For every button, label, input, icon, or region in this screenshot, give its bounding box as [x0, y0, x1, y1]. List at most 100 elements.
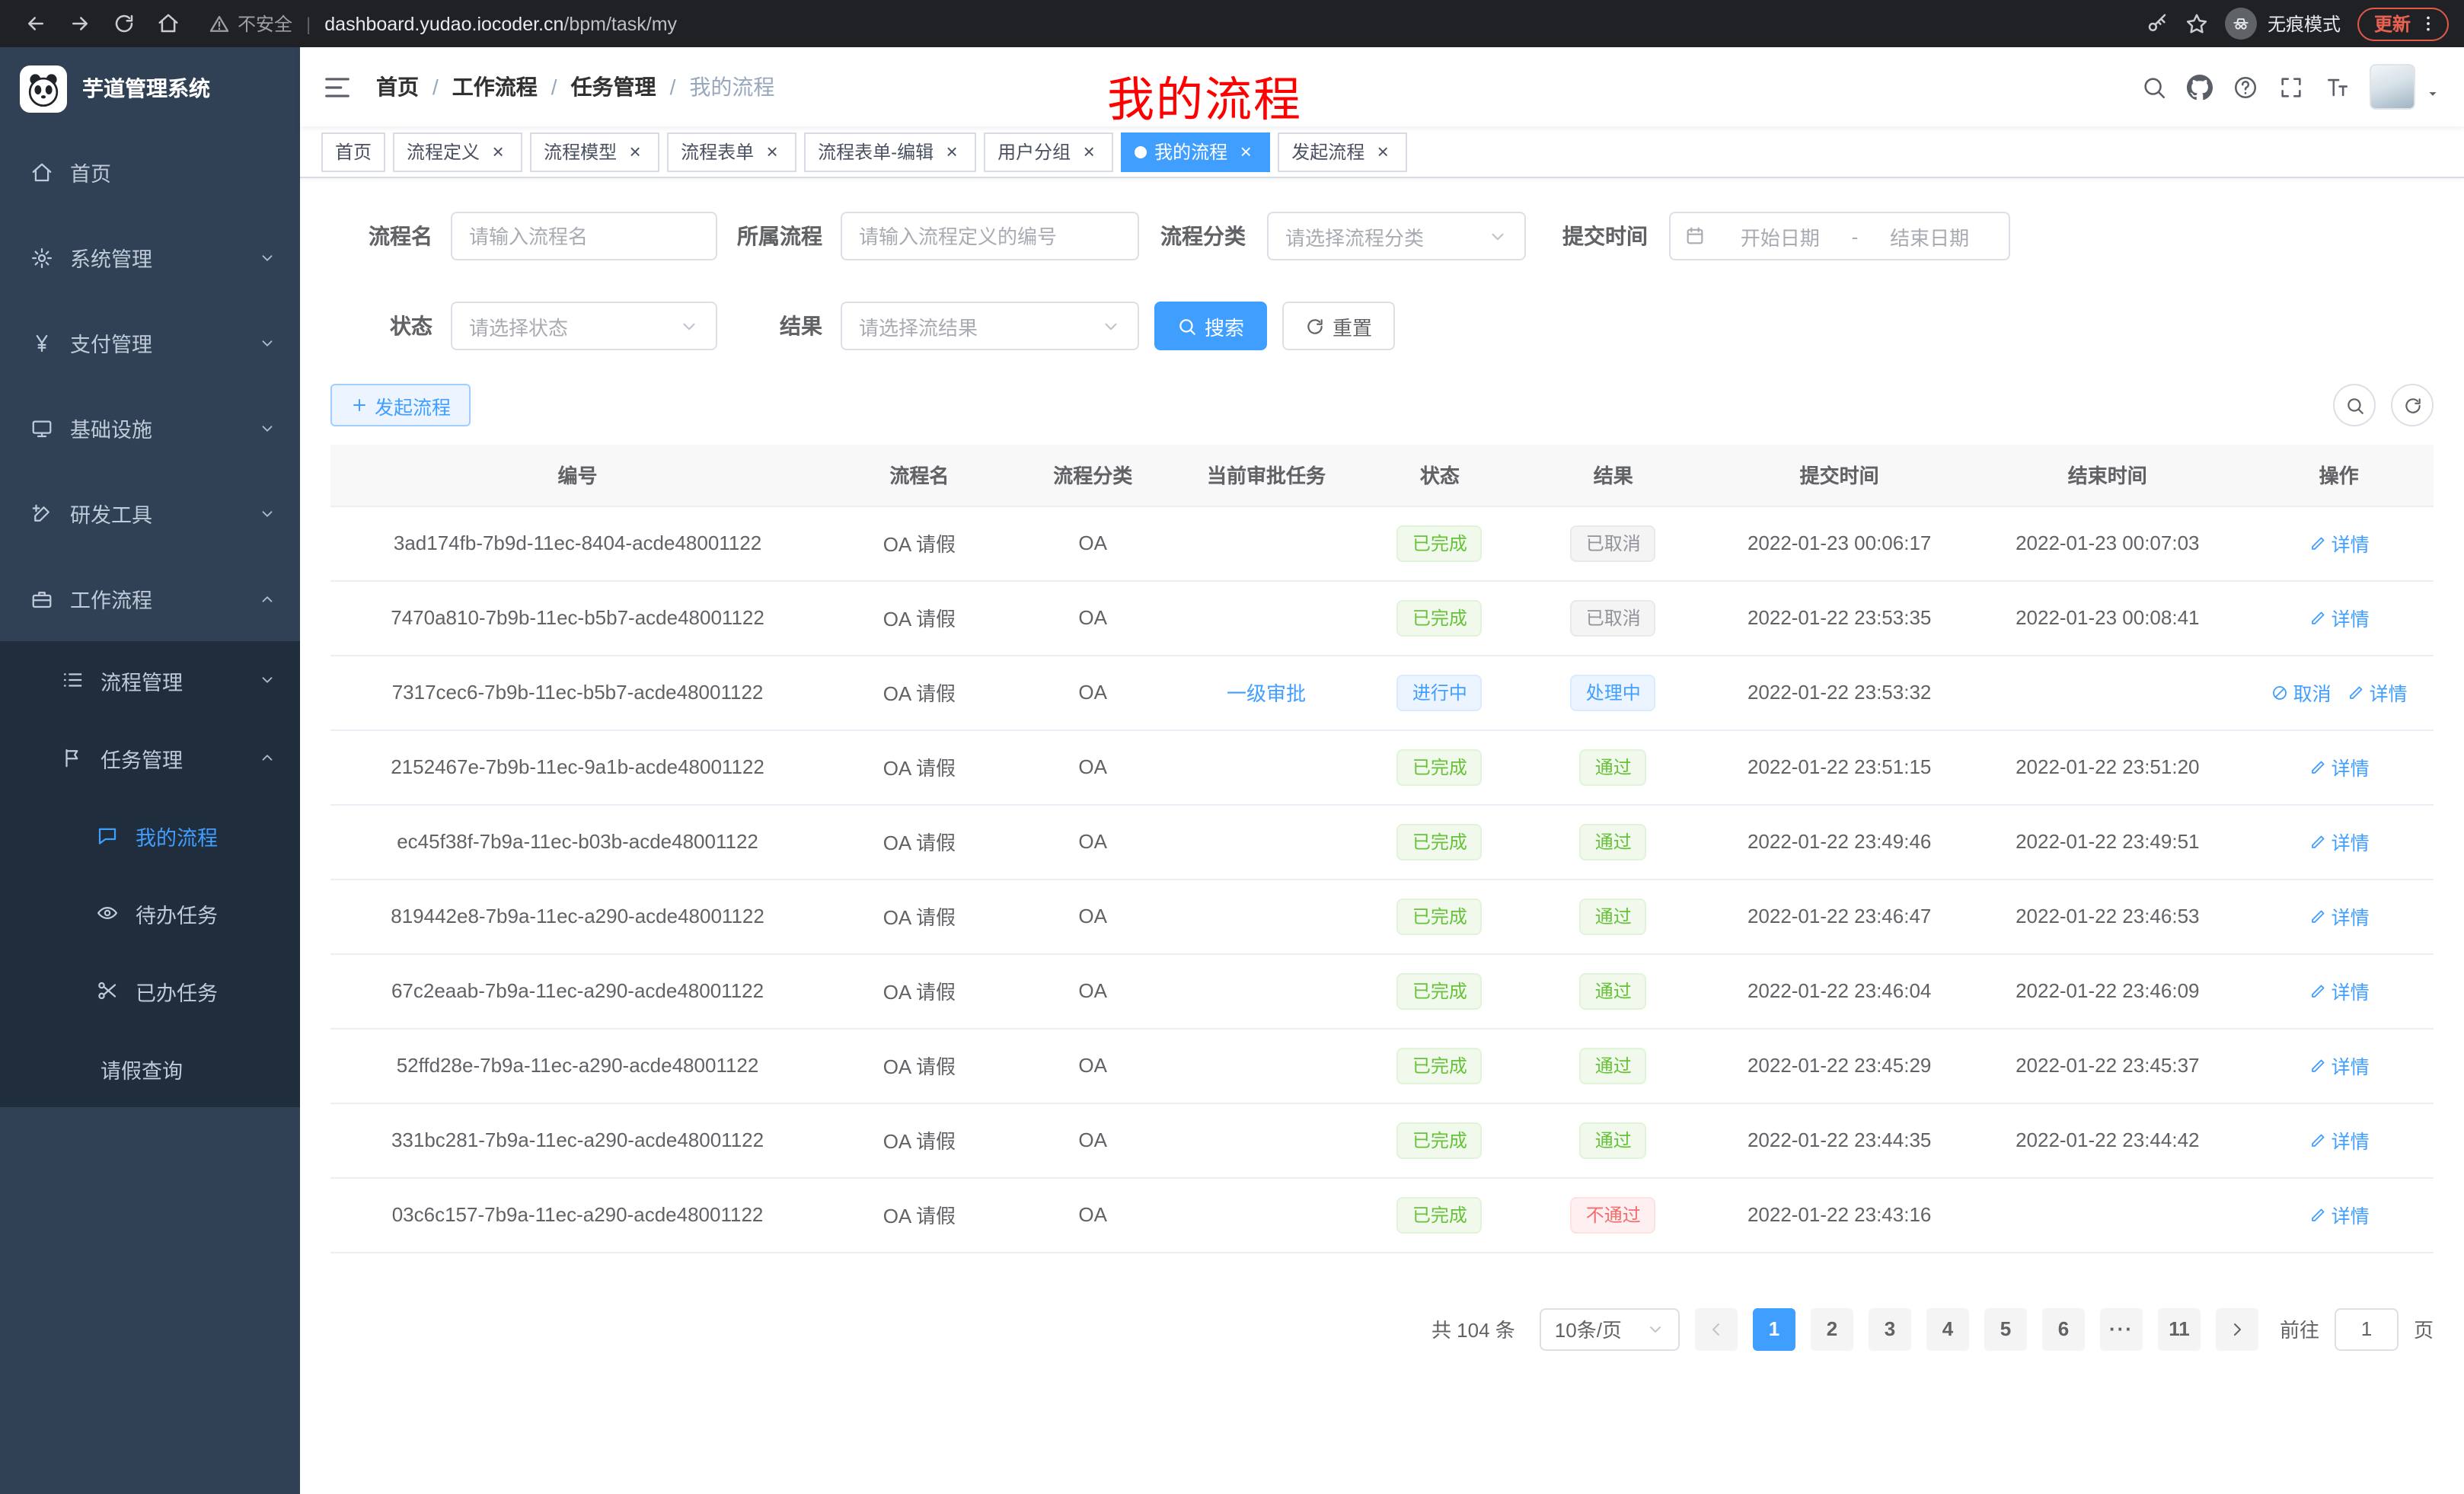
detail-link[interactable]: 详情: [2309, 603, 2370, 632]
github-icon[interactable]: [2187, 74, 2213, 100]
page-button-2[interactable]: 2: [1811, 1307, 1853, 1350]
pagination: 共 104 条10条/页123456···11前往页: [330, 1307, 2434, 1350]
cell-current-task: [1172, 580, 1361, 655]
tab-my-process[interactable]: 我的流程×: [1121, 132, 1270, 171]
search-button[interactable]: 搜索: [1154, 302, 1267, 350]
sidebar-item-system-management[interactable]: 系统管理: [0, 215, 300, 300]
sidebar-item-process-management[interactable]: 流程管理: [0, 641, 300, 719]
breadcrumb-item[interactable]: 首页: [376, 72, 419, 102]
parent-process-input[interactable]: [841, 212, 1139, 260]
app-logo[interactable]: 芋道管理系统: [0, 47, 300, 129]
result-badge: 通过: [1580, 1047, 1647, 1084]
font-size-icon[interactable]: [2324, 74, 2350, 100]
detail-link[interactable]: 详情: [2309, 752, 2370, 781]
detail-link[interactable]: 详情: [2347, 678, 2408, 707]
sidebar-item-todo-tasks[interactable]: 待办任务: [0, 874, 300, 952]
goto-page-input[interactable]: [2335, 1307, 2399, 1350]
result-select[interactable]: 请选择流结果: [841, 302, 1139, 350]
sidebar-item-task-management[interactable]: 任务管理: [0, 719, 300, 796]
page-button-11[interactable]: 11: [2158, 1307, 2201, 1350]
close-icon[interactable]: ×: [1078, 141, 1100, 162]
status-select[interactable]: 请选择状态: [451, 302, 717, 350]
tab-start-process[interactable]: 发起流程×: [1278, 132, 1407, 171]
sidebar-item-dev-tools[interactable]: 研发工具: [0, 471, 300, 556]
sidebar-item-label: 已办任务: [136, 975, 218, 1006]
sidebar-item-done-tasks[interactable]: 已办任务: [0, 952, 300, 1030]
home-button[interactable]: [148, 4, 187, 43]
breadcrumb-item[interactable]: 工作流程: [452, 72, 538, 102]
cell-current-task: [1172, 506, 1361, 580]
page-button-1[interactable]: 1: [1753, 1307, 1795, 1350]
close-icon[interactable]: ×: [487, 141, 509, 162]
detail-link[interactable]: 详情: [2309, 1125, 2370, 1154]
page-button-5[interactable]: 5: [1984, 1307, 2027, 1350]
bookmark-star-icon[interactable]: [2185, 12, 2208, 35]
edit-icon: [2309, 1056, 2327, 1074]
create-process-button[interactable]: 发起流程: [330, 384, 471, 426]
page-button-3[interactable]: 3: [1869, 1307, 1911, 1350]
password-key-icon[interactable]: [2146, 12, 2169, 35]
process-name-input[interactable]: [451, 212, 717, 260]
detail-link[interactable]: 详情: [2309, 902, 2370, 931]
sidebar-item-infrastructure[interactable]: 基础设施: [0, 385, 300, 471]
tab-process-form[interactable]: 流程表单×: [667, 132, 796, 171]
browser-update-button[interactable]: 更新: [2357, 7, 2449, 40]
close-icon[interactable]: ×: [1235, 141, 1256, 162]
close-icon[interactable]: ×: [761, 141, 783, 162]
tab-process-model[interactable]: 流程模型×: [530, 132, 659, 171]
page-size-select[interactable]: 10条/页: [1540, 1307, 1680, 1350]
breadcrumb-item[interactable]: 任务管理: [571, 72, 656, 102]
forward-button[interactable]: [59, 4, 99, 43]
browser-menu-icon[interactable]: [2418, 14, 2438, 34]
page-button-6[interactable]: 6: [2042, 1307, 2085, 1350]
page-button-4[interactable]: 4: [1926, 1307, 1969, 1350]
help-icon[interactable]: [2233, 74, 2258, 100]
close-icon[interactable]: ×: [941, 141, 962, 162]
result-badge: 已取消: [1571, 525, 1656, 561]
cell-submit-time: 2022-01-22 23:44:35: [1708, 1103, 1971, 1177]
next-page-button[interactable]: [2216, 1307, 2258, 1350]
search-icon[interactable]: [2141, 74, 2167, 100]
cancel-link[interactable]: 取消: [2271, 678, 2332, 707]
reset-button[interactable]: 重置: [1282, 302, 1395, 350]
browser-chrome: 不安全 | dashboard.yudao.iocoder.cn/bpm/tas…: [0, 0, 2464, 47]
tab-process-form-edit[interactable]: 流程表单-编辑 ×: [804, 132, 976, 171]
tab-label: 流程表单-编辑: [818, 139, 934, 164]
tab-home[interactable]: 首页: [321, 132, 385, 171]
logo-panda-icon: [20, 65, 67, 112]
address-bar[interactable]: 不安全 | dashboard.yudao.iocoder.cn/bpm/tas…: [209, 11, 2146, 37]
tab-process-definition[interactable]: 流程定义×: [393, 132, 522, 171]
avatar[interactable]: [2370, 64, 2415, 110]
prev-page-button[interactable]: [1695, 1307, 1738, 1350]
detail-link[interactable]: 详情: [2309, 1051, 2370, 1080]
sidebar-item-workflow[interactable]: 工作流程: [0, 556, 300, 641]
cell-id: 03c6c157-7b9a-11ec-a290-acde48001122: [330, 1177, 825, 1252]
page-button-more[interactable]: ···: [2100, 1307, 2143, 1350]
detail-link[interactable]: 详情: [2309, 976, 2370, 1005]
calendar-icon: [1684, 225, 1706, 247]
sidebar-item-payment-management[interactable]: 支付管理: [0, 300, 300, 385]
detail-link[interactable]: 详情: [2309, 1200, 2370, 1229]
top-navbar: 首页/工作流程/任务管理/我的流程 我的流程: [300, 47, 2464, 126]
fullscreen-icon[interactable]: [2278, 74, 2304, 100]
sidebar-toggle-button[interactable]: [323, 72, 352, 101]
detail-link[interactable]: 详情: [2309, 528, 2370, 557]
detail-link[interactable]: 详情: [2309, 827, 2370, 856]
sidebar-item-my-process[interactable]: 我的流程: [0, 796, 300, 874]
result-placeholder: 请选择流结果: [859, 311, 978, 340]
submit-time-range-picker[interactable]: 开始日期 - 结束日期: [1669, 212, 2010, 260]
back-button[interactable]: [15, 4, 55, 43]
sidebar-item-home[interactable]: 首页: [0, 129, 300, 215]
refresh-table-button[interactable]: [2391, 384, 2434, 426]
chevron-down-icon[interactable]: [2424, 85, 2441, 102]
close-icon[interactable]: ×: [624, 141, 646, 162]
current-task-link[interactable]: 一级审批: [1227, 678, 1306, 707]
category-select[interactable]: 请选择流程分类: [1267, 212, 1526, 260]
tab-user-group[interactable]: 用户分组×: [984, 132, 1113, 171]
refresh-button[interactable]: [104, 4, 143, 43]
table-row: 819442e8-7b9a-11ec-a290-acde48001122OA 请…: [330, 879, 2434, 953]
breadcrumb-separator: /: [670, 75, 676, 99]
sidebar-item-leave-query[interactable]: 请假查询: [0, 1030, 300, 1107]
close-icon[interactable]: ×: [1372, 141, 1393, 162]
toggle-search-button[interactable]: [2333, 384, 2376, 426]
